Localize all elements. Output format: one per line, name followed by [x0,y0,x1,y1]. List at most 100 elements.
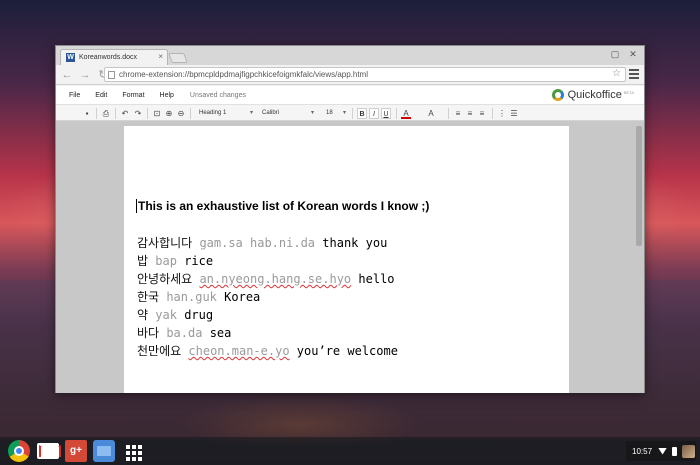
vertical-scrollbar[interactable] [636,126,642,246]
menu-help[interactable]: Help [160,92,174,99]
browser-toolbar: ← → ↻ chrome-extension://bpmcpldpdmajfig… [56,65,644,85]
korean-word: 바다 [137,326,160,340]
underline-button[interactable]: U [381,108,391,119]
new-tab-button[interactable] [168,53,188,63]
font-family-select[interactable]: Calibri [262,108,314,119]
tab-strip: W Koreanwords.docx × ▢ ✕ [56,46,644,65]
bookmark-star-icon[interactable]: ☆ [612,68,621,79]
font-color-button[interactable]: A [401,108,411,119]
chrome-menu-icon[interactable] [629,69,639,79]
romanization: yak [155,308,177,322]
translation: hello [358,272,395,286]
redo-icon[interactable]: ↷ [133,108,143,119]
romanization: bap [155,254,177,268]
romanization: han.guk [166,290,217,304]
save-icon[interactable]: ▪ [82,108,92,119]
separator [492,108,493,119]
google-plus-icon[interactable]: g+ [65,440,87,462]
korean-word: 약 [137,308,149,322]
align-right-icon[interactable]: ≡ [477,108,487,119]
separator [396,108,397,119]
zoom-in-icon[interactable]: ⊕ [164,108,174,119]
clock: 10:57 [632,446,653,456]
korean-word: 밥 [137,254,149,268]
word-list: 감사합니다 gam.sa hab.ni.da thank you 밥 bap r… [137,234,398,360]
app-launcher-icon[interactable] [121,440,143,462]
page-icon [108,70,115,79]
korean-word: 천만에요 [137,344,182,358]
user-avatar [682,444,696,458]
chromeos-shelf: g+ 10:57 [0,437,700,465]
bulleted-list-icon[interactable]: ☰ [509,108,519,119]
korean-word: 안녕하세요 [137,272,193,286]
list-item[interactable]: 천만에요 cheon.man-e.yo you’re welcome [137,342,398,360]
font-size-select[interactable]: 18 [326,108,346,119]
files-icon[interactable] [93,440,115,462]
separator [190,108,191,119]
browser-window: W Koreanwords.docx × ▢ ✕ ← → ↻ chrome-ex… [55,45,645,393]
brand-name: Quickoffice [567,89,622,101]
romanization: cheon.man-e.yo [188,344,290,358]
close-tab-icon[interactable]: × [158,52,163,61]
menu-edit[interactable]: Edit [95,92,107,99]
italic-button[interactable]: I [369,108,379,119]
romanization: ba.da [166,326,203,340]
numbered-list-icon[interactable]: ⋮ [497,108,507,119]
romanization: an.nyeong.hang.se.hyo [199,272,352,286]
romanization: gam.sa hab.ni.da [199,236,316,250]
wifi-icon [658,447,668,455]
translation: thank you [322,236,388,250]
translation: sea [209,326,232,340]
align-left-icon[interactable]: ≡ [453,108,463,119]
document-canvas[interactable]: This is an exhaustive list of Korean wor… [56,121,644,393]
close-window-icon[interactable]: ✕ [628,49,638,59]
tab-title: Koreanwords.docx [79,54,137,61]
separator [147,108,148,119]
separator [352,108,353,119]
document-page[interactable]: This is an exhaustive list of Korean wor… [124,126,569,393]
translation: rice [184,254,214,268]
quickoffice-icon [551,89,564,101]
list-item[interactable]: 감사합니다 gam.sa hab.ni.da thank you [137,234,398,252]
list-item[interactable]: 바다 ba.da sea [137,324,398,342]
list-item[interactable]: 안녕하세요 an.nyeong.hang.se.hyo hello [137,270,398,288]
back-icon[interactable]: ← [60,68,74,82]
korean-word: 한국 [137,290,160,304]
gmail-icon[interactable] [37,443,59,459]
translation: you’re welcome [296,344,398,358]
document-heading[interactable]: This is an exhaustive list of Korean wor… [136,199,429,213]
save-status: Unsaved changes [189,91,246,99]
bold-button[interactable]: B [357,108,367,119]
maximize-icon[interactable]: ▢ [610,49,620,59]
fit-page-icon[interactable]: ⊡ [152,108,162,119]
separator [448,108,449,119]
chrome-icon[interactable] [8,440,30,462]
separator [115,108,116,119]
align-center-icon[interactable]: ≡ [465,108,475,119]
status-tray[interactable]: 10:57 [626,441,696,461]
menu-format[interactable]: Format [122,92,144,99]
word-doc-icon: W [66,53,75,62]
window-controls: ▢ ✕ [610,49,638,59]
list-item[interactable]: 밥 bap rice [137,252,398,270]
quickoffice-logo: Quickoffice BETA [551,87,634,103]
app-menubar: File Edit Format Help Unsaved changes Qu… [56,86,644,104]
zoom-out-icon[interactable]: ⊖ [176,108,186,119]
separator [96,108,97,119]
tab-document[interactable]: W Koreanwords.docx × [60,49,168,65]
format-toolbar: ▪ ⎙ ↶ ↷ ⊡ ⊕ ⊖ Heading 1 Calibri 18 B I U… [56,104,644,121]
url-text: chrome-extension://bpmcpldpdmajfigpchkic… [119,70,368,79]
korean-word: 감사합니다 [137,236,193,250]
list-item[interactable]: 약 yak drug [137,306,398,324]
undo-icon[interactable]: ↶ [120,108,130,119]
menu-file[interactable]: File [69,92,80,99]
print-icon[interactable]: ⎙ [101,108,111,119]
list-item[interactable]: 한국 han.guk Korea [137,288,398,306]
translation: Korea [224,290,261,304]
translation: drug [184,308,214,322]
highlight-button[interactable]: A [426,108,436,119]
beta-tag: BETA [623,89,634,95]
paragraph-style-select[interactable]: Heading 1 [199,108,253,119]
forward-icon[interactable]: → [78,68,92,82]
address-bar[interactable]: chrome-extension://bpmcpldpdmajfigpchkic… [104,67,626,82]
